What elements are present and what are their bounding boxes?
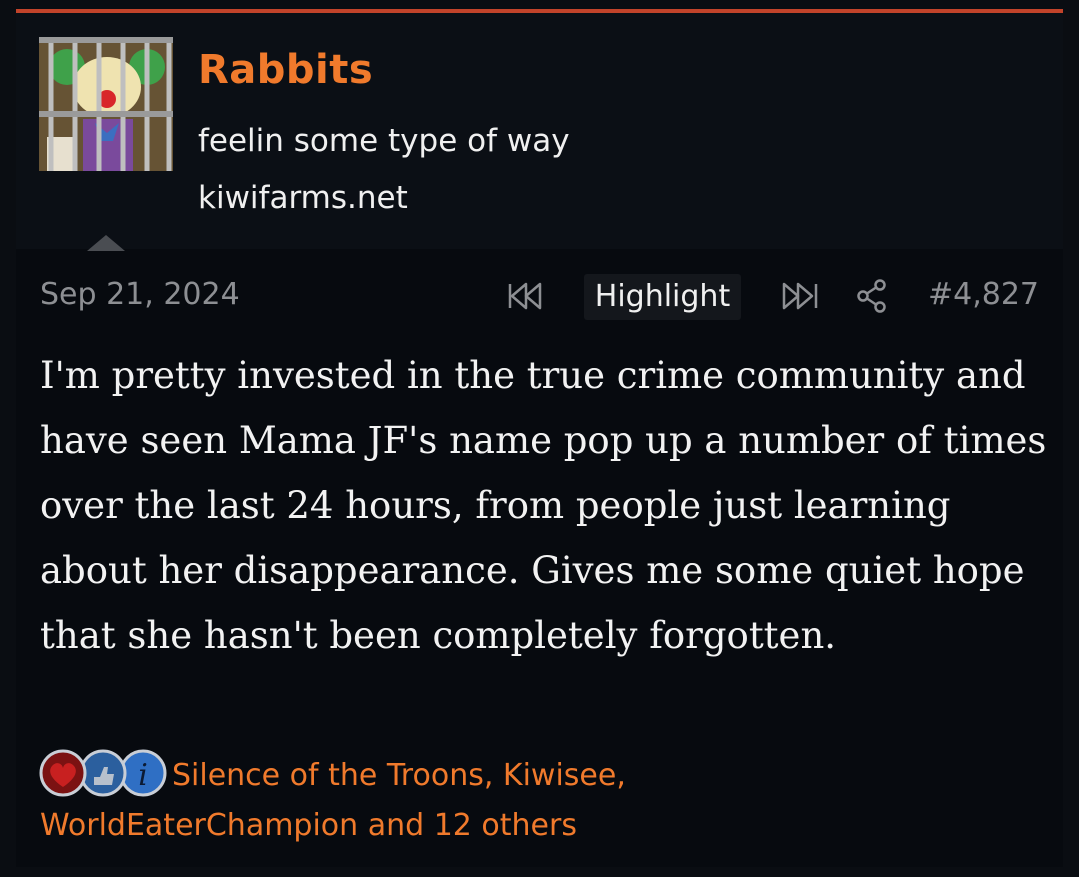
post-number-link[interactable]: #4,827 <box>928 277 1039 312</box>
user-site: kiwifarms.net <box>198 180 408 216</box>
previous-highlight-icon[interactable] <box>506 280 550 312</box>
post-date[interactable]: Sep 21, 2024 <box>40 277 240 312</box>
share-icon[interactable] <box>856 279 888 313</box>
next-highlight-icon[interactable] <box>776 280 820 312</box>
forum-post: Rabbits feelin some type of way kiwifarm… <box>16 9 1063 867</box>
username-link[interactable]: Rabbits <box>198 47 373 93</box>
jailed-clown-avatar-icon <box>39 37 173 171</box>
caret-up-icon <box>87 235 125 251</box>
highlight-button[interactable]: Highlight <box>584 274 741 320</box>
reaction-users-link[interactable]: Silence of the Troons, Kiwisee, WorldEat… <box>40 751 860 851</box>
user-block: Rabbits feelin some type of way kiwifarm… <box>16 13 1063 251</box>
post-message: I'm pretty invested in the true crime co… <box>40 354 1047 657</box>
avatar[interactable] <box>39 37 173 171</box>
user-title: feelin some type of way <box>198 123 570 159</box>
